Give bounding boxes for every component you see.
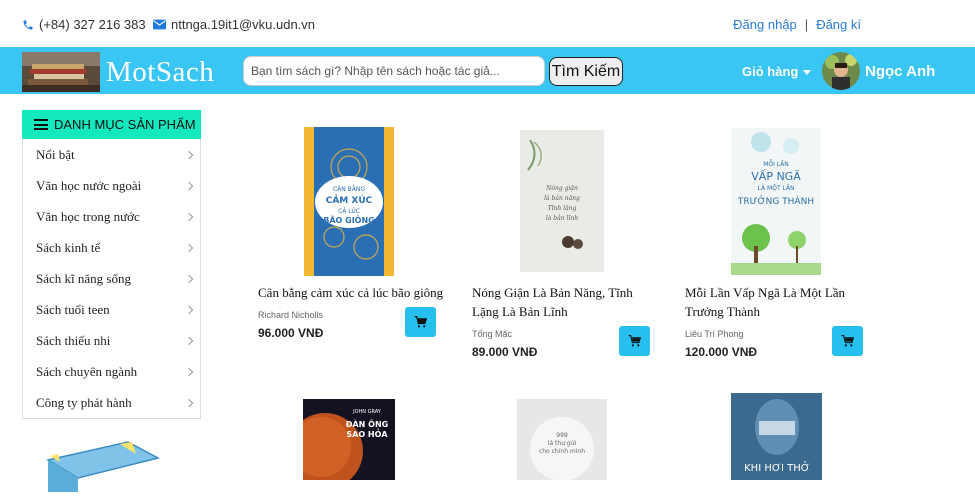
svg-text:là bản năng: là bản năng [544,195,580,202]
category-item[interactable]: Sách kinh tế [23,232,200,263]
product-title[interactable]: Cân bằng cảm xúc cả lúc bão giông [258,283,458,302]
category-label: Văn học nước ngoài [36,177,142,193]
product-author: Richard Nicholls [258,310,324,320]
category-label: Nổi bật [36,146,75,162]
username[interactable]: Ngọc Anh [865,63,935,80]
product-author: Liêu Trí Phong [685,329,744,339]
category-item[interactable]: Sách kĩ năng sống [23,263,200,294]
category-label: Công ty phát hành [36,394,132,410]
chevron-right-icon [184,243,194,252]
svg-text:TRƯỞNG THÀNH: TRƯỞNG THÀNH [737,195,814,207]
svg-text:KHI HƠI THỞ: KHI HƠI THỞ [744,460,810,474]
cart-dropdown[interactable]: Giỏ hàng [742,64,812,79]
search-input[interactable] [243,56,545,86]
add-to-cart-button[interactable] [619,326,650,356]
category-item[interactable]: Sách tuổi teen [23,294,200,325]
cart-label: Giỏ hàng [742,64,799,79]
chevron-right-icon [184,212,194,221]
product-cover[interactable]: KHI HƠI THỞ [731,393,822,480]
email-contact: nttnga.19it1@vku.udn.vn [153,17,315,32]
caret-down-icon [803,70,812,75]
phone-contact: (+84) 327 216 383 [22,17,146,32]
auth-links: Đăng nhập | Đăng kí [733,17,861,32]
product-price: 96.000 VNĐ [258,326,324,340]
svg-text:Nóng giận: Nóng giận [545,185,578,192]
email-address: nttnga.19it1@vku.udn.vn [171,17,316,32]
svg-text:VẤP NGÃ: VẤP NGÃ [751,169,801,183]
category-item[interactable]: Công ty phát hành [23,387,200,418]
category-item[interactable]: Nổi bật [23,139,200,170]
promo-book-illustration [40,432,170,492]
svg-text:LÀ MỘT LẦN: LÀ MỘT LẦN [758,184,795,192]
logo-books-image[interactable] [22,52,100,92]
product-cover[interactable]: 999 lá thư gửi cho chính mình [517,399,607,481]
category-label: Sách chuyên ngành [36,363,138,379]
product-title[interactable]: Nóng Giận Là Bản Năng, Tĩnh Lặng Là Bản … [472,283,662,321]
login-link[interactable]: Đăng nhập [733,17,797,32]
product-title[interactable]: Mỗi Lần Vấp Ngã Là Một Lần Trưởng Thành [685,283,865,321]
svg-text:lá thư gửi: lá thư gửi [548,440,577,447]
category-item[interactable]: Văn học nước ngoài [23,170,200,201]
category-label: Sách tuổi teen [36,301,110,317]
cart-icon [628,335,641,347]
product-price: 120.000 VNĐ [685,345,758,359]
svg-text:JOHN GRAY: JOHN GRAY [352,409,382,415]
phone-icon [22,19,34,31]
product-price: 89.000 VNĐ [472,345,538,359]
category-sidebar: DANH MỤC SẢN PHẨM Nổi bật Văn học nước n… [22,110,201,419]
product-cover[interactable]: Nóng giận là bản năng Tĩnh lặng là bản l… [520,130,604,272]
chevron-right-icon [184,274,194,283]
svg-text:là bản lĩnh: là bản lĩnh [546,215,578,222]
svg-text:Tĩnh lặng: Tĩnh lặng [548,205,577,212]
chevron-right-icon [184,367,194,376]
chevron-right-icon [184,305,194,314]
email-icon [153,19,166,30]
svg-text:CẢ LÚC: CẢ LÚC [338,207,360,215]
svg-text:CẢM XÚC: CẢM XÚC [326,194,373,206]
phone-number: (+84) 327 216 383 [39,17,146,32]
category-header[interactable]: DANH MỤC SẢN PHẨM [22,110,201,139]
avatar[interactable] [822,52,860,90]
topbar: (+84) 327 216 383 nttnga.19it1@vku.udn.v… [0,0,975,48]
category-label: Sách thiếu nhi [36,332,111,348]
category-list: Nổi bật Văn học nước ngoài Văn học trong… [22,139,201,419]
product-cover[interactable]: JOHN GRAY ĐÀN ÔNG SAO HỎA [287,399,395,489]
chevron-right-icon [184,150,194,159]
add-to-cart-button[interactable] [405,307,436,337]
auth-separator: | [804,17,809,32]
chevron-right-icon [184,398,194,407]
cart-icon [414,316,427,328]
chevron-right-icon [184,336,194,345]
category-item[interactable]: Sách chuyên ngành [23,356,200,387]
cart-icon [841,335,854,347]
category-label: Văn học trong nước [36,208,140,224]
svg-text:BÃO GIÔNG: BÃO GIÔNG [323,214,374,225]
category-item[interactable]: Sách thiếu nhi [23,325,200,356]
category-title: DANH MỤC SẢN PHẨM [54,117,196,132]
svg-text:999: 999 [556,432,568,439]
register-link[interactable]: Đăng kí [816,17,861,32]
svg-text:cho chính mình: cho chính mình [539,448,585,455]
search-button[interactable]: Tìm Kiếm [549,57,623,86]
svg-text:MỖI LẦN: MỖI LẦN [763,160,789,168]
category-label: Sách kĩ năng sống [36,270,131,286]
svg-text:ĐÀN ÔNG: ĐÀN ÔNG [346,418,388,429]
menu-icon [34,119,48,130]
product-cover[interactable]: CÂN BẰNG CẢM XÚC CẢ LÚC BÃO GIÔNG [304,127,394,276]
category-item[interactable]: Văn học trong nước [23,201,200,232]
product-cover[interactable]: MỖI LẦN VẤP NGÃ LÀ MỘT LẦN TRƯỞNG THÀNH [731,128,821,275]
chevron-right-icon [184,181,194,190]
product-author: Tống Mặc [472,329,513,339]
brand-logo[interactable]: MotSach [106,56,214,89]
add-to-cart-button[interactable] [832,326,863,356]
category-label: Sách kinh tế [36,239,101,255]
svg-text:CÂN BẰNG: CÂN BẰNG [333,185,365,193]
